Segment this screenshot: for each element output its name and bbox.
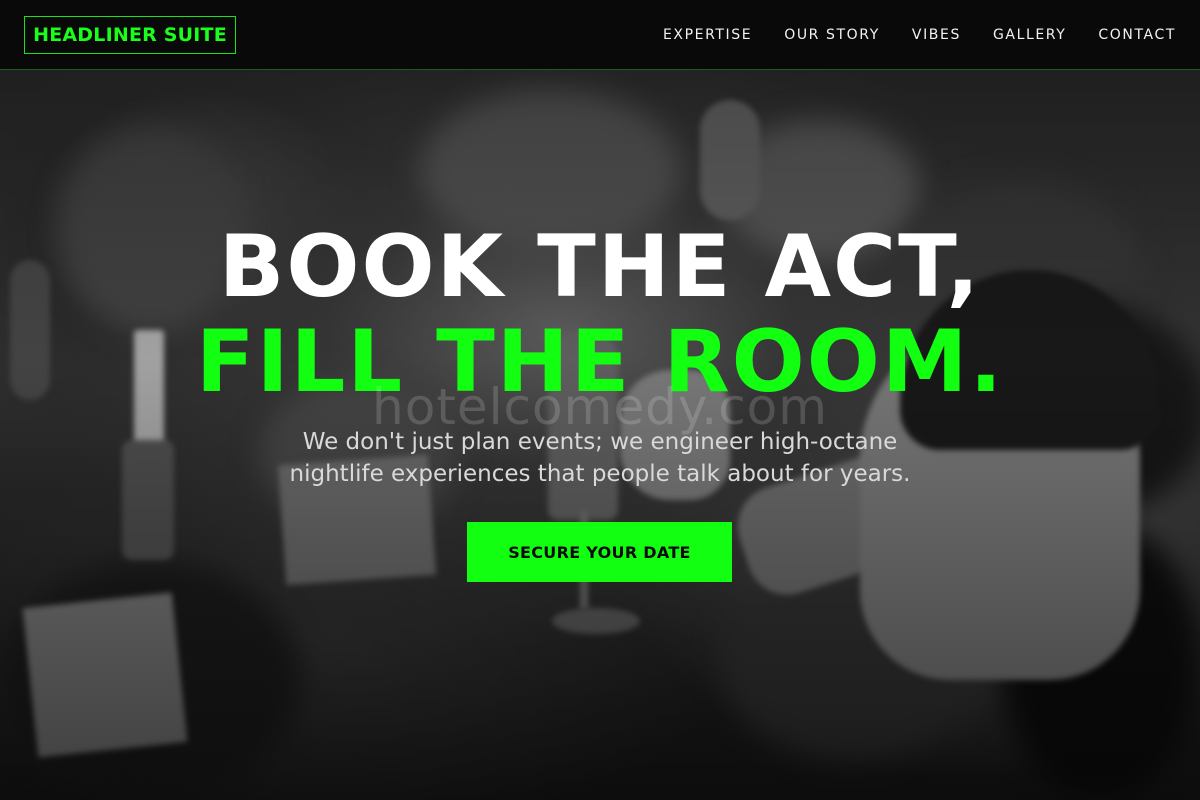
hero-headline-line1: BOOK THE ACT, — [218, 217, 982, 317]
nav-item-contact[interactable]: CONTACT — [1098, 27, 1176, 43]
secure-your-date-button[interactable]: SECURE YOUR DATE — [467, 522, 732, 582]
main-nav: EXPERTISE OUR STORY VIBES GALLERY CONTAC… — [663, 0, 1176, 70]
nav-item-gallery[interactable]: GALLERY — [993, 27, 1066, 43]
site-header: HEADLINER SUITE EXPERTISE OUR STORY VIBE… — [0, 0, 1200, 70]
hero-section: BOOK THE ACT, FILL THE ROOM. hotelcomedy… — [0, 0, 1200, 800]
nav-item-expertise[interactable]: EXPERTISE — [663, 27, 752, 43]
logo[interactable]: HEADLINER SUITE — [24, 16, 236, 54]
page: HEADLINER SUITE EXPERTISE OUR STORY VIBE… — [0, 0, 1200, 800]
nav-item-vibes[interactable]: VIBES — [912, 27, 961, 43]
hero-subtitle-line1: We don't just plan events; we engineer h… — [302, 429, 898, 455]
hero-subtitle-line2: nightlife experiences that people talk a… — [289, 461, 911, 487]
hero-subtitle: We don't just plan events; we engineer h… — [0, 426, 1200, 490]
nav-item-our-story[interactable]: OUR STORY — [784, 27, 880, 43]
